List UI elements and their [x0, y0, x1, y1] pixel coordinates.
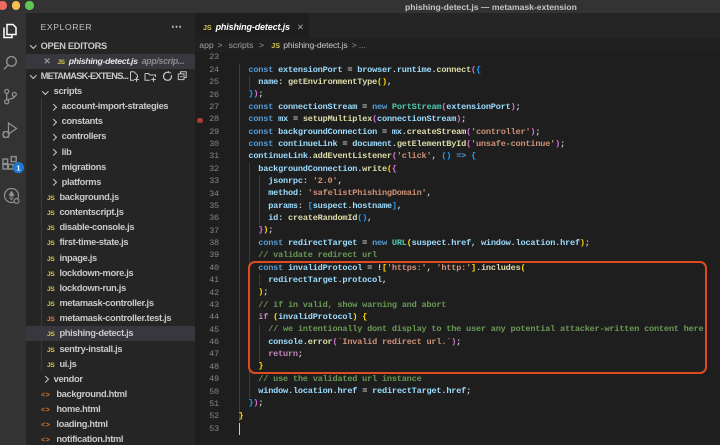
- svg-text:1: 1: [16, 163, 20, 172]
